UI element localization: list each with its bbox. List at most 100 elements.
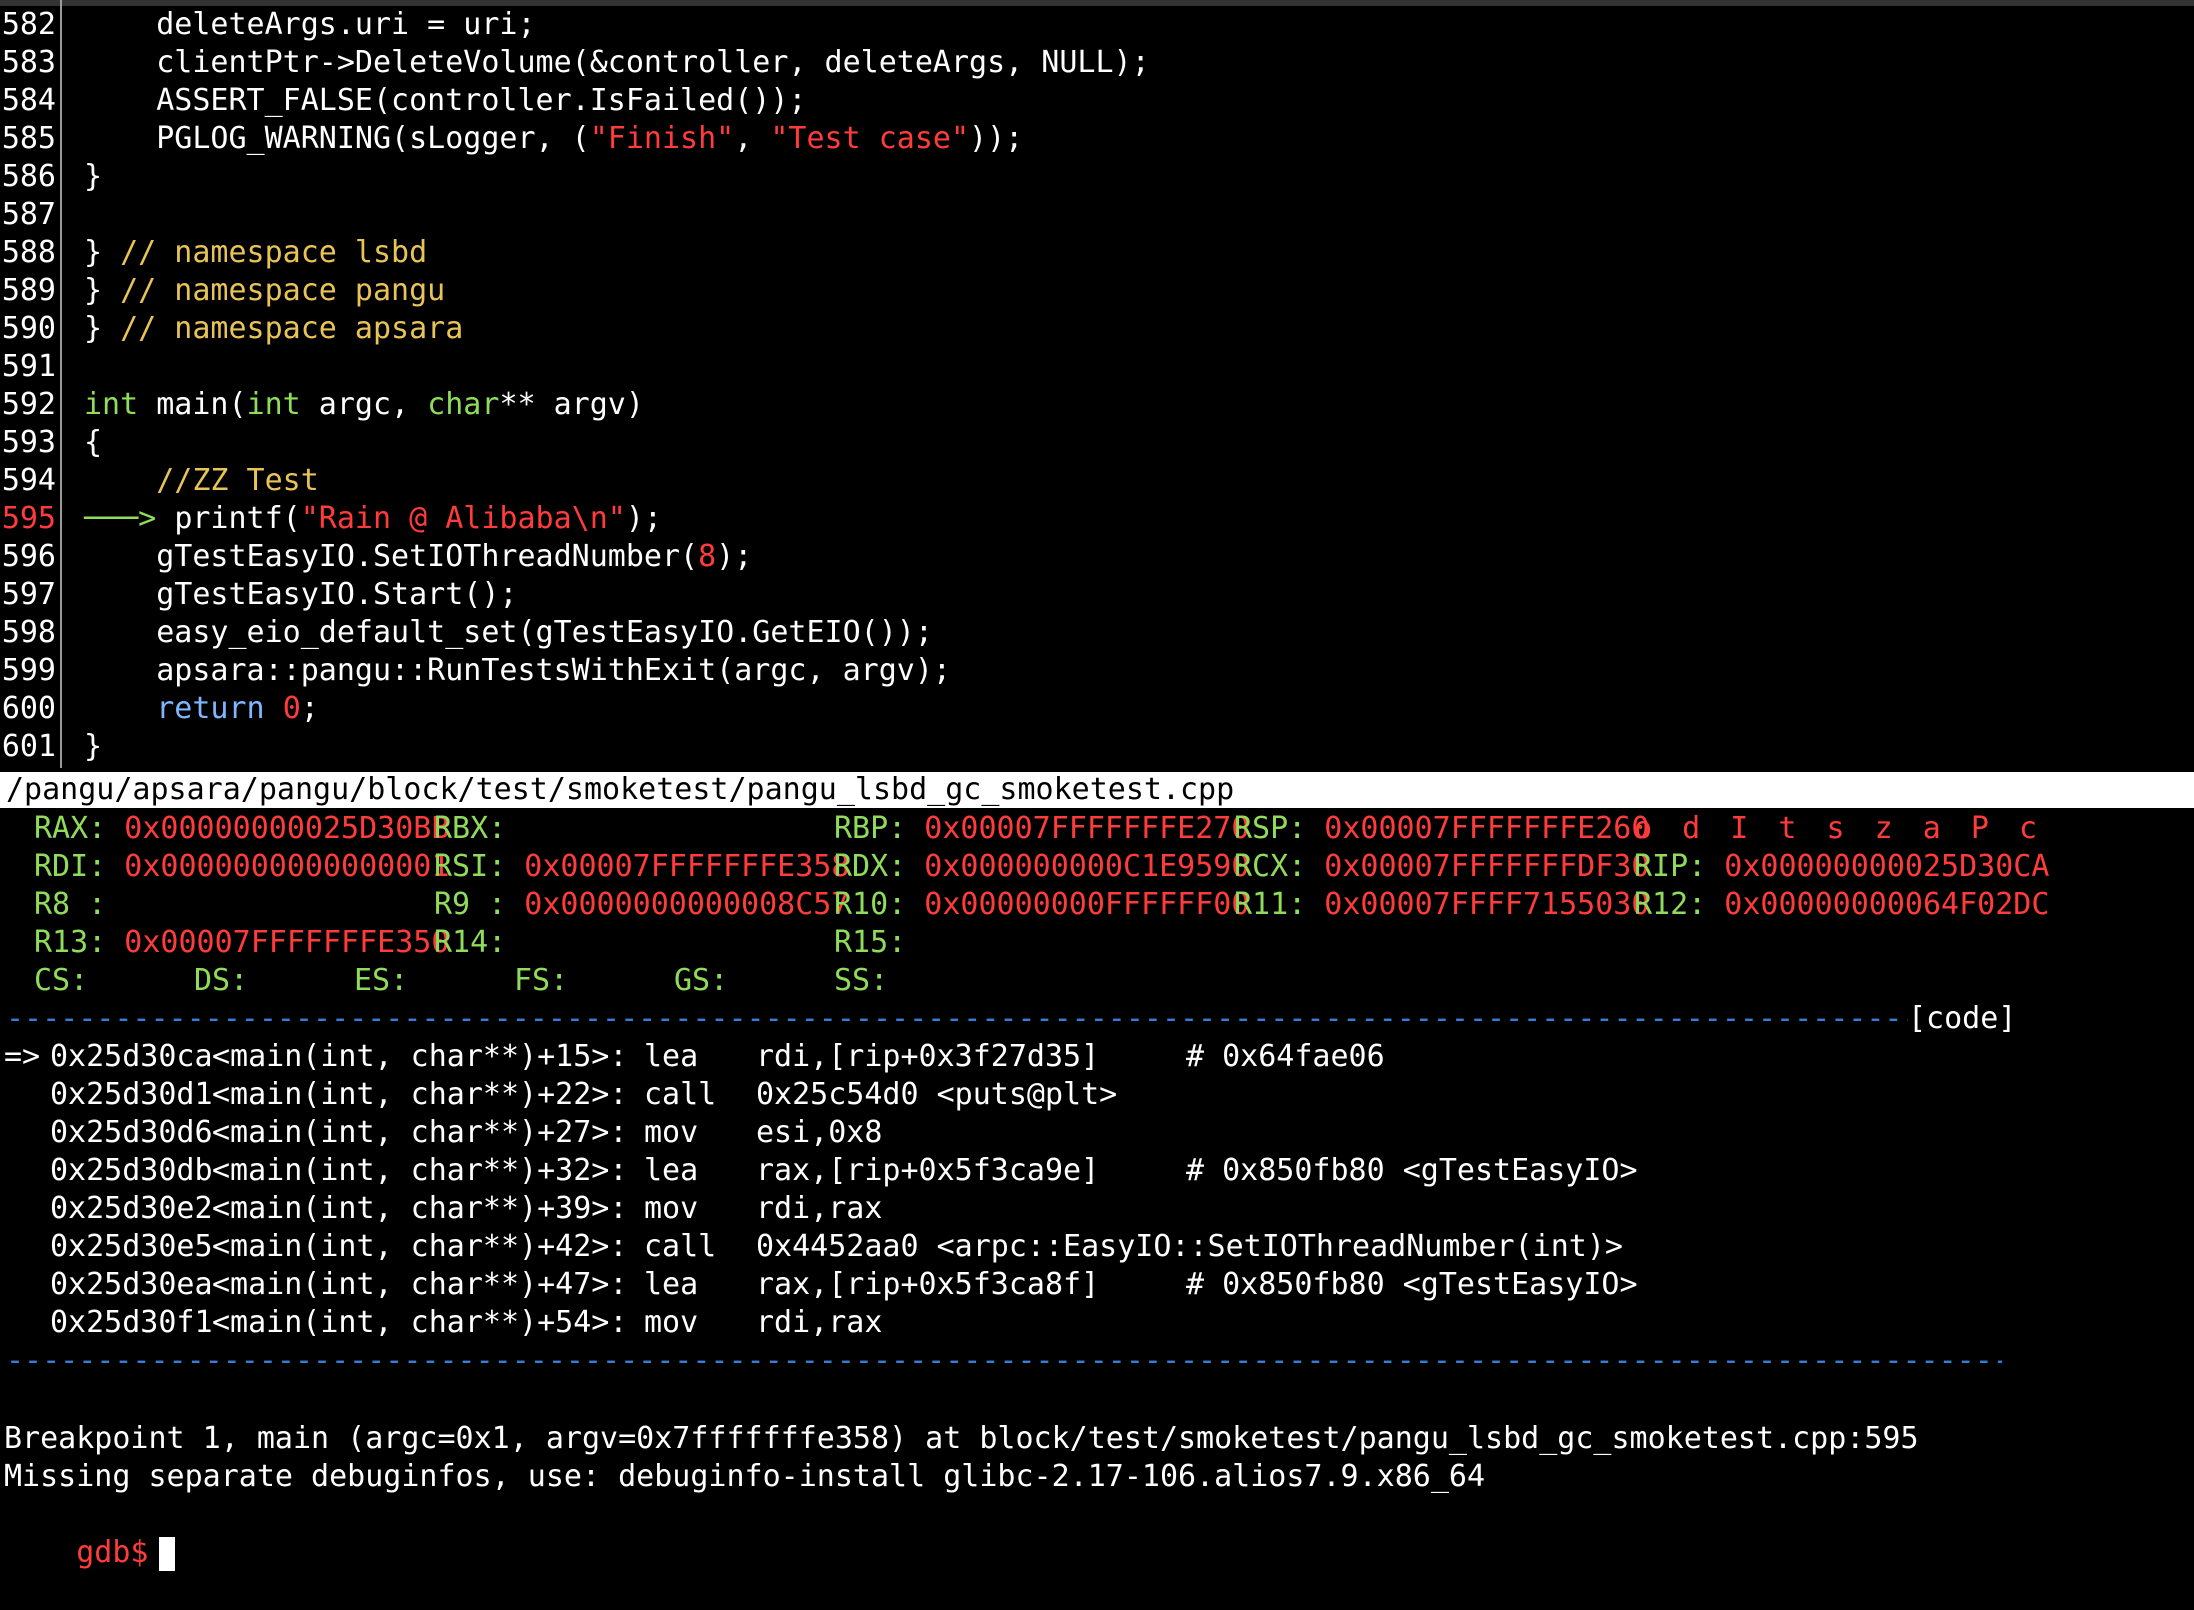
disasm-op: lea <box>644 1039 699 1074</box>
line-number: 582 <box>1 7 56 42</box>
register-name: RDX: <box>834 849 907 884</box>
disasm-args: rdi,rax <box>756 1305 883 1340</box>
source-code: ───> printf("Rain @ Alibaba\n"); <box>84 500 662 538</box>
register-name: GS: <box>674 963 729 998</box>
register-name: RBP: <box>834 811 907 846</box>
register-cell: R10: 0x00000000FFFFFF00 <box>834 886 1249 924</box>
line-number: 590 <box>1 311 56 346</box>
source-line: 595 ───> printf("Rain @ Alibaba\n"); <box>0 500 662 538</box>
code-token: } <box>84 159 103 194</box>
code-token: ); <box>625 501 662 536</box>
disasm-row: 0x25d30d6 <main(int, char**)+27>: mov esi,0… <box>0 1114 2194 1152</box>
line-number: 598 <box>1 615 56 650</box>
disasm-op: lea <box>644 1153 699 1188</box>
code-token: int <box>246 387 301 422</box>
separator-bottom: ----------------------------------------… <box>6 1343 2002 1378</box>
register-name: SS: <box>834 963 889 998</box>
disasm-op: mov <box>644 1191 699 1226</box>
register-cell: RDX: 0x000000000C1E9590 <box>834 848 1249 886</box>
source-code: } // namespace pangu <box>84 272 445 310</box>
code-token: // namespace pangu <box>120 273 446 308</box>
line-number: 595 <box>1 501 56 536</box>
source-code: deleteArgs.uri = uri; <box>84 6 535 44</box>
source-code: easy_eio_default_set(gTestEasyIO.GetEIO(… <box>84 614 933 652</box>
register-name: R14: <box>434 925 507 960</box>
source-code: PGLOG_WARNING(sLogger, ("Finish", "Test … <box>84 120 1023 158</box>
code-token: )); <box>969 121 1024 156</box>
code-token: return <box>84 691 265 726</box>
line-number: 584 <box>1 83 56 118</box>
disasm-row: 0x25d30d1 <main(int, char**)+22>: call 0x25… <box>0 1076 2194 1114</box>
code-token: ); <box>716 539 753 574</box>
register-cell: R11: 0x00007FFFF7155030 <box>1234 886 1649 924</box>
source-code: } <box>84 158 102 196</box>
line-number: 592 <box>1 387 56 422</box>
source-line: 592 int main(int argc, char** argv) <box>0 386 644 424</box>
source-code: return 0; <box>84 690 319 728</box>
register-value: 0x00007FFFFFFFE350 <box>106 925 450 960</box>
register-name: RCX: <box>1234 849 1307 884</box>
source-line: 585 PGLOG_WARNING(sLogger, ("Finish", "T… <box>0 120 1023 158</box>
line-number: 588 <box>1 235 56 270</box>
gdb-terminal[interactable]: 582 deleteArgs.uri = uri; 583 clientPtr->… <box>0 0 2194 1571</box>
register-name: FS: <box>514 963 569 998</box>
register-cell: RIP: 0x00000000025D30CA <box>1634 848 2049 886</box>
gdb-prompt: gdb$ <box>76 1535 149 1570</box>
disasm-addr: 0x25d30f1 <box>50 1305 213 1340</box>
register-name: RDI: <box>34 849 107 884</box>
disasm-sym: <main(int, char**)+27>: <box>212 1115 628 1150</box>
code-token: } <box>84 273 121 308</box>
code-token: ; <box>300 691 319 726</box>
code-token: char <box>427 387 500 422</box>
source-line: 598 easy_eio_default_set(gTestEasyIO.Get… <box>0 614 933 652</box>
register-cell: CS: <box>34 962 88 1000</box>
register-value: 0x00000000064F02DC <box>1706 887 2050 922</box>
disasm-sym: <main(int, char**)+42>: <box>212 1229 628 1264</box>
source-line: 596 gTestEasyIO.SetIOThreadNumber(8); <box>0 538 752 576</box>
eflags-display: o d I t s z a P c <box>1634 811 2044 846</box>
register-cell: DS: <box>194 962 248 1000</box>
source-code: } // namespace apsara <box>84 310 463 348</box>
console-message: Missing separate debuginfos, use: debugi… <box>4 1459 1486 1494</box>
register-name: R9 : <box>434 887 507 922</box>
disasm-row: 0x25d30db <main(int, char**)+32>: lea rax,[… <box>0 1152 2194 1190</box>
line-number: 583 <box>1 45 56 80</box>
code-token: "Test case" <box>770 121 970 156</box>
code-token: clientPtr->DeleteVolume(&controller, del… <box>84 45 1150 80</box>
disasm-op: mov <box>644 1305 699 1340</box>
code-token: main( <box>138 387 247 422</box>
register-cell: SS: <box>834 962 888 1000</box>
source-line: 588} // namespace lsbd <box>0 234 427 272</box>
gdb-prompt-line[interactable]: gdb$ <box>4 1496 175 1571</box>
disasm-op: call <box>644 1077 717 1112</box>
register-value: 0x0000000000000001 <box>106 849 450 884</box>
disasm-addr: 0x25d30ca <box>50 1039 213 1074</box>
disasm-comment: # 0x850fb80 <gTestEasyIO> <box>1186 1267 1638 1302</box>
code-token: // namespace lsbd <box>120 235 428 270</box>
disasm-args: 0x25c54d0 <puts@plt> <box>756 1077 1118 1112</box>
disasm-args: esi,0x8 <box>756 1115 883 1150</box>
register-cell: RSI: 0x00007FFFFFFFE358 <box>434 848 849 886</box>
source-line: 601} <box>0 728 102 766</box>
source-line: 590 } // namespace apsara <box>0 310 463 348</box>
source-line: 594 //ZZ Test <box>0 462 319 500</box>
register-name: R11: <box>1234 887 1307 922</box>
register-cell: o d I t s z a P c <box>1634 810 2043 848</box>
code-token: //ZZ Test <box>84 463 319 498</box>
line-number: 601 <box>1 729 56 764</box>
code-token: 0 <box>282 691 301 726</box>
disasm-args: rdi,[rip+0x3f27d35] <box>756 1039 1100 1074</box>
disasm-op: lea <box>644 1267 699 1302</box>
register-cell: RAX: 0x00000000025D30BB <box>34 810 449 848</box>
line-number: 591 <box>1 349 56 384</box>
disasm-sym: <main(int, char**)+32>: <box>212 1153 628 1188</box>
register-name: DS: <box>194 963 249 998</box>
disasm-marker: => <box>4 1039 41 1074</box>
disasm-args: rax,[rip+0x5f3ca8f] <box>756 1267 1100 1302</box>
source-line: 597 gTestEasyIO.Start(); <box>0 576 518 614</box>
source-code: int main(int argc, char** argv) <box>84 386 644 424</box>
code-token: , <box>734 121 771 156</box>
code-token: 8 <box>698 539 717 574</box>
register-name: RBX: <box>434 811 507 846</box>
